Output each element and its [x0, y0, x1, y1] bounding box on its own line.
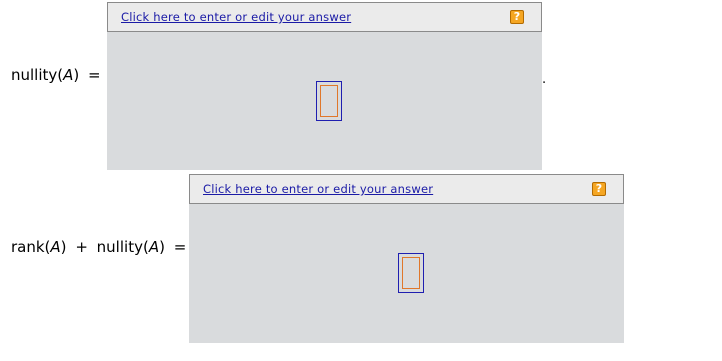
rank-plus-nullity-label: rank(A) + nullity(A) = — [11, 238, 190, 256]
nullity-func: nullity( — [11, 66, 64, 84]
answer-box-rank-plus-nullity[interactable]: Click here to enter or edit your answer … — [189, 174, 624, 343]
answer-input-placeholder[interactable] — [316, 81, 342, 121]
answer-header: Click here to enter or edit your answer … — [107, 2, 542, 32]
equals-sign: = — [173, 238, 187, 256]
matrix-var: A — [148, 238, 160, 256]
answer-input-placeholder[interactable] — [398, 253, 424, 293]
help-icon[interactable]: ? — [510, 10, 524, 24]
close-paren: ) — [60, 238, 67, 256]
edit-answer-link[interactable]: Click here to enter or edit your answer — [121, 10, 351, 24]
plus-sign: + — [75, 238, 88, 256]
matrix-var: A — [63, 66, 74, 84]
rank-func: rank( — [11, 238, 51, 256]
answer-box-nullity[interactable]: Click here to enter or edit your answer … — [107, 2, 542, 170]
edit-answer-link[interactable]: Click here to enter or edit your answer — [203, 182, 433, 196]
trailing-period: . — [542, 72, 547, 87]
answer-header: Click here to enter or edit your answer … — [189, 174, 624, 204]
placeholder-inner — [402, 257, 420, 289]
nullity-label: nullity(A) = — [11, 66, 105, 84]
close-paren: ) — [73, 66, 80, 84]
close-paren: ) — [159, 238, 165, 256]
nullity-func: nullity( — [96, 238, 149, 256]
matrix-var: A — [50, 238, 61, 256]
equals-sign: = — [88, 66, 101, 84]
help-icon[interactable]: ? — [592, 182, 606, 196]
placeholder-inner — [320, 85, 338, 117]
